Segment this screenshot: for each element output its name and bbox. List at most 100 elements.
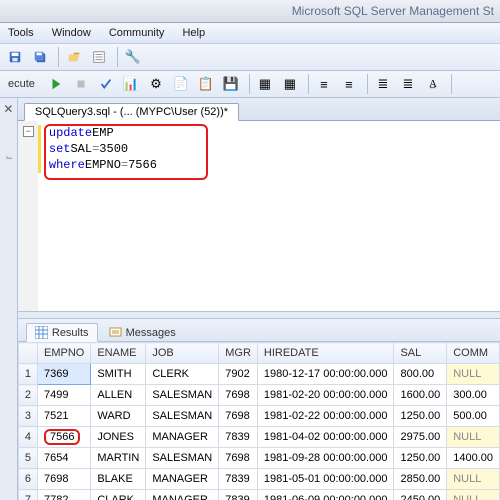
cell-empno[interactable]: 7782 [38, 490, 91, 500]
menu-tools[interactable]: Tools [8, 27, 34, 39]
table-row[interactable]: 27499ALLENSALESMAN76981981-02-20 00:00:0… [18, 385, 499, 406]
cell-mgr[interactable]: 7698 [219, 448, 258, 469]
rownum-cell[interactable]: 1 [18, 364, 37, 385]
menu-help[interactable]: Help [182, 27, 205, 39]
cell-sal[interactable]: 2450.00 [394, 490, 447, 500]
cell-mgr[interactable]: 7839 [219, 427, 258, 448]
to-grid-icon[interactable]: 📋 [195, 73, 217, 95]
cell-hd[interactable]: 1981-02-22 00:00:00.000 [257, 406, 394, 427]
casing-icon[interactable]: A̲ [422, 73, 444, 95]
cell-ename[interactable]: CLARK [91, 490, 146, 500]
outdent-icon[interactable]: ≡ [338, 73, 360, 95]
tab-results[interactable]: Results [26, 323, 98, 342]
col-empno[interactable]: EMPNO [38, 343, 91, 364]
cell-sal[interactable]: 2850.00 [394, 469, 447, 490]
open-icon[interactable] [63, 46, 85, 68]
cell-ename[interactable]: ALLEN [91, 385, 146, 406]
options-icon[interactable]: ⚙ [145, 73, 167, 95]
col-mgr[interactable]: MGR [219, 343, 258, 364]
cell-job[interactable]: SALESMAN [146, 406, 219, 427]
splitter[interactable] [18, 312, 500, 319]
cell-sal[interactable]: 1250.00 [394, 406, 447, 427]
rownum-cell[interactable]: 4 [18, 427, 37, 448]
results-grid[interactable]: EMPNOENAMEJOBMGRHIREDATESALCOMM 17369SMI… [18, 342, 500, 500]
fold-minus-icon[interactable]: − [23, 126, 34, 137]
specify2-icon[interactable]: ≣ [397, 73, 419, 95]
table-row[interactable]: 67698BLAKEMANAGER78391981-05-01 00:00:00… [18, 469, 499, 490]
execute-button-partial[interactable]: ecute [4, 78, 39, 90]
col-ename[interactable]: ENAME [91, 343, 146, 364]
col-sal[interactable]: SAL [394, 343, 447, 364]
cell-sal[interactable]: 1600.00 [394, 385, 447, 406]
sql-editor[interactable]: − update EMP set SAL=3500 where EMPNO=75… [18, 121, 500, 312]
cell-job[interactable]: MANAGER [146, 427, 219, 448]
cell-mgr[interactable]: 7902 [219, 364, 258, 385]
menu-community[interactable]: Community [109, 27, 165, 39]
cell-empno[interactable]: 7698 [38, 469, 91, 490]
cell-sal[interactable]: 2975.00 [394, 427, 447, 448]
cell-comm[interactable]: 1400.00 [447, 448, 500, 469]
table-row[interactable]: 37521WARDSALESMAN76981981-02-22 00:00:00… [18, 406, 499, 427]
cell-mgr[interactable]: 7698 [219, 385, 258, 406]
to-file-icon[interactable]: 💾 [220, 73, 242, 95]
rownum-cell[interactable]: 2 [18, 385, 37, 406]
cell-comm[interactable]: 500.00 [447, 406, 500, 427]
play-icon[interactable] [45, 73, 67, 95]
cell-hd[interactable]: 1981-04-02 00:00:00.000 [257, 427, 394, 448]
cell-job[interactable]: SALESMAN [146, 385, 219, 406]
cell-empno[interactable]: 7369 [38, 364, 91, 385]
cell-job[interactable]: MANAGER [146, 469, 219, 490]
comment-icon[interactable]: ▦ [254, 73, 276, 95]
cell-empno[interactable]: 7566 [38, 427, 91, 448]
cell-sal[interactable]: 800.00 [394, 364, 447, 385]
rownum-cell[interactable]: 7 [18, 490, 37, 500]
cell-hd[interactable]: 1980-12-17 00:00:00.000 [257, 364, 394, 385]
rownum-cell[interactable]: 6 [18, 469, 37, 490]
activity-icon[interactable]: 🔧 [122, 46, 144, 68]
menu-window[interactable]: Window [52, 27, 91, 39]
cell-ename[interactable]: MARTIN [91, 448, 146, 469]
cell-hd[interactable]: 1981-02-20 00:00:00.000 [257, 385, 394, 406]
rownum-cell[interactable]: 3 [18, 406, 37, 427]
cell-job[interactable]: MANAGER [146, 490, 219, 500]
table-row[interactable]: 77782CLARKMANAGER78391981-06-09 00:00:00… [18, 490, 499, 500]
table-row[interactable]: 17369SMITHCLERK79021980-12-17 00:00:00.0… [18, 364, 499, 385]
cell-comm[interactable]: 300.00 [447, 385, 500, 406]
cell-ename[interactable]: WARD [91, 406, 146, 427]
cell-sal[interactable]: 1250.00 [394, 448, 447, 469]
uncomment-icon[interactable]: ▦ [279, 73, 301, 95]
parse-icon[interactable] [95, 73, 117, 95]
cell-job[interactable]: CLERK [146, 364, 219, 385]
col-job[interactable]: JOB [146, 343, 219, 364]
cell-empno[interactable]: 7521 [38, 406, 91, 427]
cell-empno[interactable]: 7499 [38, 385, 91, 406]
rownum-header[interactable] [18, 343, 37, 364]
cell-ename[interactable]: BLAKE [91, 469, 146, 490]
col-hiredate[interactable]: HIREDATE [257, 343, 394, 364]
specify-icon[interactable]: ≣ [372, 73, 394, 95]
cell-ename[interactable]: SMITH [91, 364, 146, 385]
table-row[interactable]: 47566JONESMANAGER78391981-04-02 00:00:00… [18, 427, 499, 448]
cell-comm[interactable]: NULL [447, 427, 500, 448]
cell-empno[interactable]: 7654 [38, 448, 91, 469]
indent-icon[interactable]: ≡ [313, 73, 335, 95]
cell-comm[interactable]: NULL [447, 490, 500, 500]
close-icon[interactable]: ✕ [0, 102, 17, 116]
rownum-cell[interactable]: 5 [18, 448, 37, 469]
cell-ename[interactable]: JONES [91, 427, 146, 448]
cell-job[interactable]: SALESMAN [146, 448, 219, 469]
estplan-icon[interactable]: 📊 [120, 73, 142, 95]
cell-mgr[interactable]: 7839 [219, 469, 258, 490]
tab-messages[interactable]: Messages [100, 323, 185, 342]
save-all-icon[interactable] [29, 46, 51, 68]
cell-comm[interactable]: NULL [447, 364, 500, 385]
to-text-icon[interactable]: 📄 [170, 73, 192, 95]
save-icon[interactable] [4, 46, 26, 68]
cell-hd[interactable]: 1981-05-01 00:00:00.000 [257, 469, 394, 490]
tab-sqlquery3[interactable]: SQLQuery3.sql - (... (MYPC\User (52))* [24, 103, 239, 121]
cell-mgr[interactable]: 7839 [219, 490, 258, 500]
cell-mgr[interactable]: 7698 [219, 406, 258, 427]
properties-icon[interactable] [88, 46, 110, 68]
table-row[interactable]: 57654MARTINSALESMAN76981981-09-28 00:00:… [18, 448, 499, 469]
cell-hd[interactable]: 1981-09-28 00:00:00.000 [257, 448, 394, 469]
